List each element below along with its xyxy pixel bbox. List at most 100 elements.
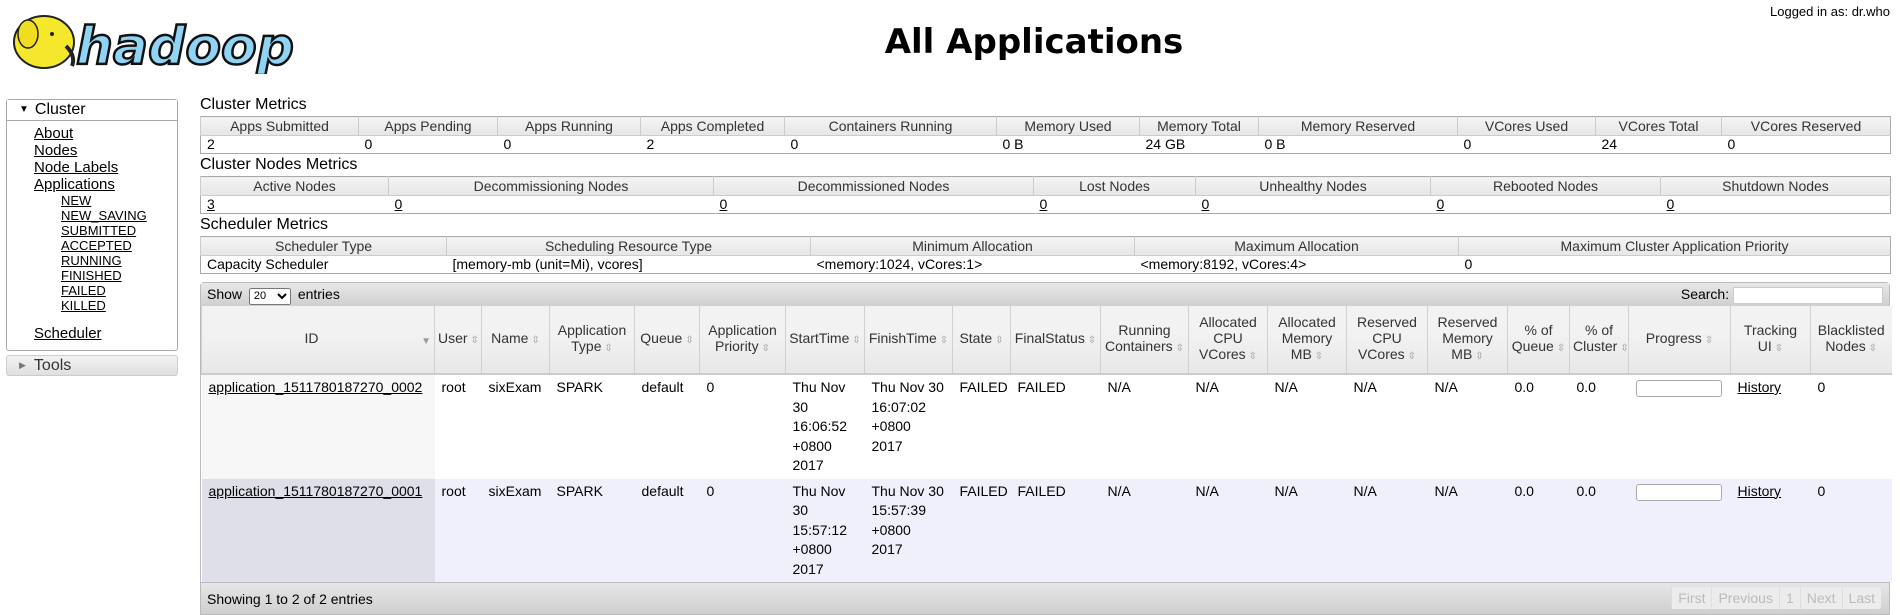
metric-header: Scheduler Type (200, 236, 447, 256)
sort-icon: ⇳ (761, 343, 770, 354)
metric-cell: <memory:8192, vCores:4> (1140, 256, 1307, 272)
cell: 0.0 (1569, 478, 1629, 582)
column-header-label: Running Containers (1104, 322, 1173, 354)
nav-link-scheduler[interactable]: Scheduler (34, 325, 102, 342)
column-header-reserved-cpu-vcores[interactable]: Reserved CPU VCores ⇳ (1346, 306, 1428, 375)
metric-header: Memory Reserved (1258, 116, 1458, 136)
column-header--of-queue[interactable]: % of Queue ⇳ (1507, 306, 1570, 375)
cell: SPARK (549, 478, 635, 582)
column-header-reserved-memory-mb[interactable]: Reserved Memory MB ⇳ (1427, 306, 1508, 375)
cell: default (634, 478, 700, 582)
metric-cell: 0 (503, 136, 512, 152)
column-header-label: Allocated Memory MB (1278, 314, 1336, 362)
column-header-label: Progress (1645, 330, 1702, 346)
column-header-allocated-cpu-vcores[interactable]: Allocated CPU VCores ⇳ (1188, 306, 1268, 375)
nav-link-node-labels[interactable]: Node Labels (34, 159, 118, 176)
sort-icon: ⇳ (1175, 343, 1185, 354)
column-header-label: % of Queue (1511, 322, 1554, 354)
applications-table-wrapper: Show 20 entries Search: ID ▼ User ⇳ Name ⇳ App… (200, 282, 1892, 615)
column-header--of-cluster[interactable]: % of Cluster ⇳ (1569, 306, 1629, 375)
cluster-section-toggle[interactable]: ▼ Cluster (7, 100, 177, 121)
sort-icon: ⇳ (995, 335, 1004, 346)
nav-state-killed[interactable]: KILLED (61, 298, 106, 313)
node-metrics-table: Active Nodes Decommissioning Nodes Decommi… (200, 176, 1891, 214)
sort-icon: ⇳ (604, 343, 613, 354)
pager-last[interactable]: Last (1841, 587, 1881, 609)
cell: root (434, 478, 482, 582)
column-header-application-priority[interactable]: Application Priority ⇳ (699, 306, 786, 375)
pager-1[interactable]: 1 (1778, 587, 1800, 609)
column-header-finalstatus[interactable]: FinalStatus ⇳ (1010, 306, 1101, 375)
cell: default (634, 374, 700, 479)
cell: N/A (1188, 478, 1268, 582)
applications-table: ID ▼ User ⇳ Name ⇳ Application Type ⇳ Queue ⇳ Appl… (201, 306, 1892, 582)
metric-cell: 0 (1661, 196, 1891, 214)
column-header-user[interactable]: User ⇳ (434, 306, 482, 375)
metric-link[interactable]: 0 (720, 196, 728, 212)
nav-link-nodes[interactable]: Nodes (34, 142, 77, 159)
column-header-blacklisted-nodes[interactable]: Blacklisted Nodes ⇳ (1810, 306, 1892, 375)
metric-link[interactable]: 3 (207, 196, 215, 212)
cell: 0 (1810, 478, 1892, 582)
metric-cell: 0 (714, 196, 1034, 214)
column-header-label: ID (304, 329, 319, 346)
metric-link[interactable]: 0 (1040, 196, 1048, 212)
nav-state-new_saving[interactable]: NEW_SAVING (61, 208, 147, 223)
pager-first[interactable]: First (1671, 587, 1711, 609)
metric-cell: 24 (1601, 136, 1618, 152)
column-header-progress[interactable]: Progress ⇳ (1628, 306, 1731, 375)
nav-state-running[interactable]: RUNNING (61, 253, 122, 268)
entries-label: entries (297, 286, 340, 302)
sort-icon: ⇳ (1868, 343, 1878, 354)
column-header-name[interactable]: Name ⇳ (481, 306, 550, 375)
cell: N/A (1346, 478, 1428, 582)
sort-icon: ⇳ (685, 335, 694, 346)
metric-header: Apps Completed (640, 116, 785, 136)
tools-section-toggle[interactable]: ▶ Tools (6, 355, 178, 376)
metric-link[interactable]: 0 (1667, 196, 1675, 212)
column-header-label: % of Cluster (1573, 322, 1618, 354)
metric-link[interactable]: 0 (1437, 196, 1445, 212)
cell: application_1511780187270_0001 (201, 478, 435, 582)
node-metrics-title: Cluster Nodes Metrics (200, 156, 358, 173)
column-header-state[interactable]: State ⇳ (952, 306, 1011, 375)
sort-icon: ⇳ (1556, 343, 1566, 354)
column-header-queue[interactable]: Queue ⇳ (634, 306, 700, 375)
column-header-allocated-memory-mb[interactable]: Allocated Memory MB ⇳ (1267, 306, 1347, 375)
search-input[interactable] (1733, 286, 1883, 304)
column-header-starttime[interactable]: StartTime ⇳ (785, 306, 865, 375)
column-header-id[interactable]: ID ▼ (201, 306, 435, 375)
nav-state-submitted[interactable]: SUBMITTED (61, 223, 136, 238)
column-header-finishtime[interactable]: FinishTime ⇳ (864, 306, 953, 375)
nav-link-applications[interactable]: Applications (34, 176, 115, 193)
cell: History (1730, 478, 1811, 582)
metric-header: Minimum Allocation (810, 236, 1135, 256)
column-header-label: Queue (640, 330, 683, 346)
pager-next[interactable]: Next (1799, 587, 1842, 609)
scheduler-metrics-title: Scheduler Metrics (200, 216, 329, 233)
cell: root (434, 374, 482, 479)
metric-cell: 0 (364, 136, 373, 152)
metric-cell: 0 (389, 196, 714, 214)
column-header-tracking-ui[interactable]: Tracking UI ⇳ (1730, 306, 1811, 375)
nav-state-accepted[interactable]: ACCEPTED (61, 238, 132, 253)
metric-link[interactable]: 0 (1202, 196, 1210, 212)
nav-link-about[interactable]: About (34, 125, 73, 142)
nav-state-new[interactable]: NEW (61, 193, 91, 208)
pager-previous[interactable]: Previous (1711, 587, 1778, 609)
metric-link[interactable]: 0 (395, 196, 403, 212)
tracking-ui-link[interactable]: History (1738, 483, 1782, 499)
metric-cell: 0 (1463, 136, 1472, 152)
tracking-ui-link[interactable]: History (1738, 379, 1782, 395)
show-label: Show (207, 286, 243, 302)
metric-cell: 0 (1431, 196, 1661, 214)
application-id-link[interactable]: application_1511780187270_0002 (209, 379, 423, 395)
nav-state-finished[interactable]: FINISHED (61, 268, 122, 283)
metric-header: Memory Used (996, 116, 1140, 136)
metric-header: Shutdown Nodes (1660, 176, 1891, 196)
page-size-select[interactable]: 20 (248, 287, 291, 305)
application-id-link[interactable]: application_1511780187270_0001 (209, 483, 423, 499)
nav-state-failed[interactable]: FAILED (61, 283, 106, 298)
column-header-application-type[interactable]: Application Type ⇳ (549, 306, 635, 375)
column-header-running-containers[interactable]: Running Containers ⇳ (1100, 306, 1189, 375)
